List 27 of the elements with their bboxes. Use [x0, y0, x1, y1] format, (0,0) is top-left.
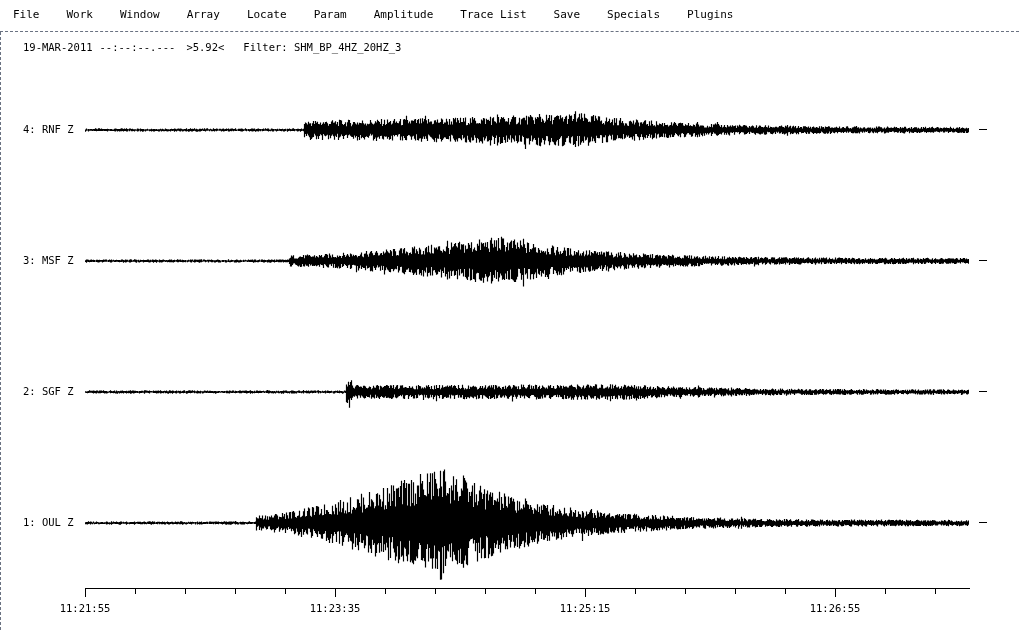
trace-label: 4: RNF Z [22, 121, 75, 137]
menu-item[interactable]: Param [313, 7, 347, 24]
trace-end-marker [979, 391, 987, 392]
trace-label: 1: OUL Z [22, 514, 75, 530]
menu-item[interactable]: Work [66, 7, 93, 24]
menu-item[interactable]: Trace List [460, 7, 527, 24]
menu-item[interactable]: Specials [607, 7, 661, 24]
trace-end-marker [979, 129, 987, 130]
menu-item[interactable]: File [13, 7, 40, 24]
menu-item[interactable]: Array [186, 7, 220, 24]
time-label: --:--:--.--- [99, 40, 176, 56]
trace-label: 2: SGF Z [22, 383, 75, 399]
menu-item[interactable]: Plugins [687, 7, 734, 24]
menu-item[interactable]: Locate [246, 7, 287, 24]
menu-item[interactable]: Save [553, 7, 581, 24]
date-label: 19-MAR-2011 [23, 40, 93, 56]
time-tick-label: 11:25:15 [558, 601, 612, 616]
magnitude-label: >5.92< [186, 40, 225, 56]
menu-item[interactable]: Window [120, 7, 160, 24]
trace-end-marker [979, 522, 987, 523]
trace-label: 3: MSF Z [22, 252, 75, 268]
time-tick-label: 11:23:35 [308, 601, 362, 616]
trace-end-marker [979, 260, 987, 261]
time-tick-label: 11:26:55 [808, 601, 862, 616]
menu-item[interactable]: Amplitude [373, 7, 434, 24]
time-tick-label: 11:21:55 [58, 601, 112, 616]
filter-label: Filter: SHM_BP_4HZ_20HZ_3 [243, 40, 402, 56]
